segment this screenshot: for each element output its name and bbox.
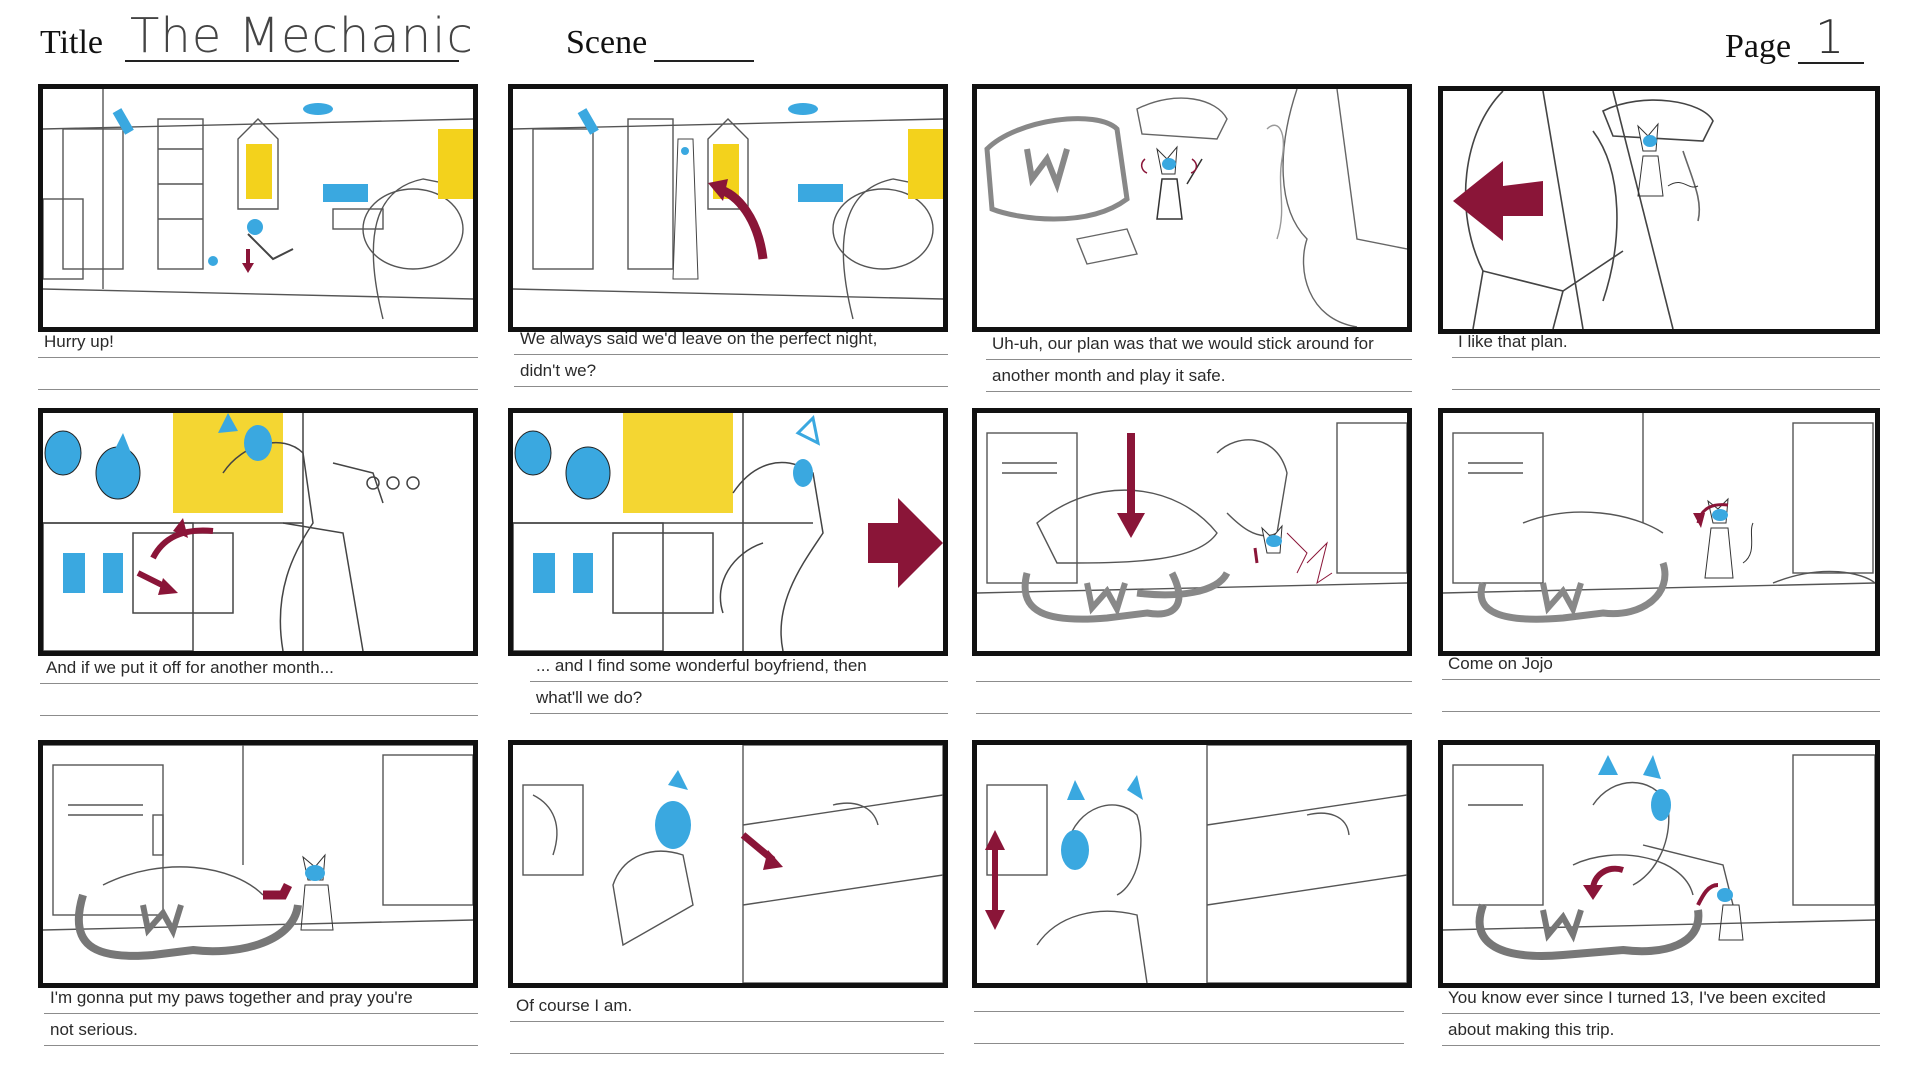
girl-packing-with-cat-drawing [1443, 754, 1875, 960]
panel-4-caption: I like that plan. [1452, 326, 1880, 390]
storyboard-panel-6[interactable] [508, 408, 948, 656]
caption-line: Uh-uh, our plan was that we would stick … [986, 328, 1412, 360]
page-underline [1798, 62, 1864, 64]
panel-12-caption: You know ever since I turned 13, I've be… [1442, 982, 1880, 1046]
title-underline [125, 60, 459, 62]
panel-2-caption: We always said we'd leave on the perfect… [514, 323, 948, 387]
girl-at-shelf-drawing [522, 745, 943, 983]
caption-line [40, 684, 478, 716]
panel-7-caption [976, 650, 1412, 714]
girl-leaving-drawing [513, 413, 943, 651]
caption-line: didn't we? [514, 355, 948, 387]
caption-line: We always said we'd leave on the perfect… [514, 323, 948, 355]
title-label: Title [40, 24, 104, 61]
panel-6-caption: ... and I find some wonderful boyfriend,… [530, 650, 948, 714]
girl-at-drawer-drawing [43, 413, 420, 651]
caption-line: Hurry up! [38, 326, 478, 358]
panel-11-caption [974, 980, 1404, 1044]
caption-line [974, 1012, 1404, 1044]
panel-8-caption: Come on Jojo [1442, 648, 1880, 712]
cat-praying-drawing [43, 745, 473, 960]
scene-underline [654, 60, 754, 62]
bag-closeup-drawing [1453, 91, 1714, 329]
panel-10-caption: Of course I am. [510, 990, 944, 1054]
girl-listening-drawing [985, 745, 1407, 983]
caption-line [974, 980, 1404, 1012]
caption-line: what'll we do? [530, 682, 948, 714]
caption-line: You know ever since I turned 13, I've be… [1442, 982, 1880, 1014]
storyboard-panel-5[interactable] [38, 408, 478, 656]
caption-line: ... and I find some wonderful boyfriend,… [530, 650, 948, 682]
storyboard-panel-2[interactable] [508, 84, 948, 332]
storyboard-panel-4[interactable] [1438, 86, 1880, 334]
caption-line: not serious. [44, 1014, 478, 1046]
page-label: Page [1725, 28, 1792, 65]
panel-5-caption: And if we put it off for another month..… [40, 652, 478, 716]
caption-line: Of course I am. [510, 990, 944, 1022]
caption-line [38, 358, 478, 390]
caption-line [1452, 358, 1880, 390]
storyboard-panel-1[interactable] [38, 84, 478, 332]
storyboard-panel-10[interactable] [508, 740, 948, 988]
caption-line: Come on Jojo [1442, 648, 1880, 680]
storyboard-panel-3[interactable] [972, 84, 1412, 332]
caption-line: another month and play it safe. [986, 360, 1412, 392]
room-door-shot-drawing [513, 103, 943, 320]
caption-line: I like that plan. [1452, 326, 1880, 358]
packing-bag-drawing [977, 422, 1407, 623]
caption-line [1442, 680, 1880, 712]
caption-line: I'm gonna put my paws together and pray … [44, 982, 478, 1014]
panel-9-caption: I'm gonna put my paws together and pray … [44, 982, 478, 1046]
storyboard-panel-7[interactable] [972, 408, 1412, 656]
room-wide-shot-drawing [43, 89, 473, 320]
title-value[interactable]: The Mechanic [130, 8, 474, 64]
scene-label: Scene [566, 24, 648, 61]
caption-line: And if we put it off for another month..… [40, 652, 478, 684]
cat-on-bag-drawing [984, 89, 1407, 327]
caption-line [976, 650, 1412, 682]
caption-line: about making this trip. [1442, 1014, 1880, 1046]
storyboard-panel-8[interactable] [1438, 408, 1880, 656]
panel-3-caption: Uh-uh, our plan was that we would stick … [986, 328, 1412, 392]
caption-line [976, 682, 1412, 714]
storyboard-panel-11[interactable] [972, 740, 1412, 988]
storyboard-panel-12[interactable] [1438, 740, 1880, 988]
storyboard-panel-9[interactable] [38, 740, 478, 988]
panel-1-caption: Hurry up! [38, 326, 478, 390]
page-number[interactable]: 1 [1815, 10, 1844, 64]
caption-line [510, 1022, 944, 1054]
cat-beside-bag-drawing [1443, 413, 1875, 623]
